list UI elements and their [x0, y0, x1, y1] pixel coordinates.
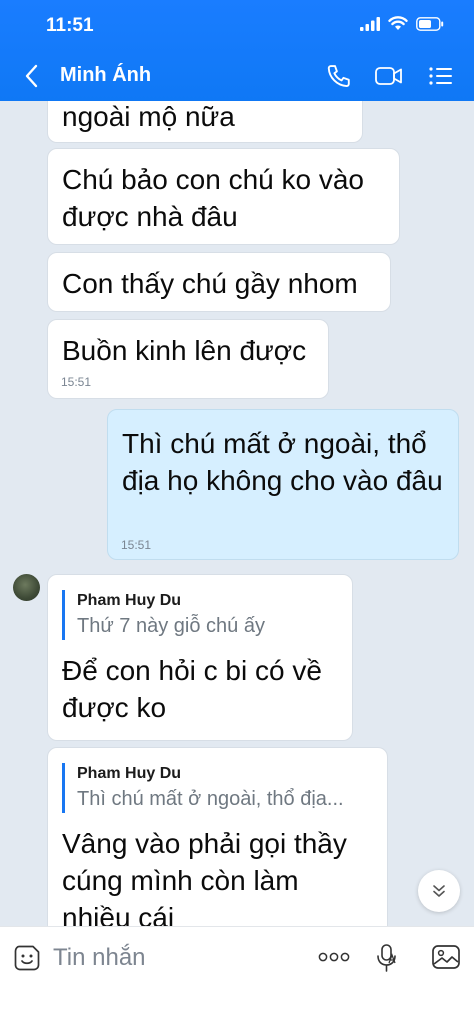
quoted-sender: Pham Huy Du: [77, 592, 182, 609]
message-bubble[interactable]: Chú bảo con chú ko vào được nhà đâu: [47, 148, 400, 245]
quoted-text: Thì chú mất ở ngoài, thổ địa...: [77, 788, 344, 810]
reply-message-bubble[interactable]: Pham Huy Du Thì chú mất ở ngoài, thổ địa…: [47, 747, 388, 926]
signal-icon: [360, 16, 380, 31]
status-time: 11:51: [46, 15, 94, 36]
message-text: Buồn kinh lên được: [62, 335, 307, 366]
message-text: Thì chú mất ở ngoài, thổ địa họ không ch…: [122, 428, 443, 496]
message-input[interactable]: Tin nhắn: [53, 944, 146, 972]
contact-name[interactable]: Minh Ánh: [60, 64, 151, 87]
list-menu-icon[interactable]: [428, 62, 454, 90]
image-icon[interactable]: [431, 943, 461, 971]
sticker-smile-icon[interactable]: [13, 944, 41, 972]
quoted-text: Thứ 7 này giỗ chú ấy: [77, 615, 265, 637]
microphone-icon[interactable]: [375, 943, 399, 973]
wifi-icon: [388, 16, 408, 30]
chevron-left-icon[interactable]: [22, 62, 42, 90]
message-composer: Tin nhắn: [0, 926, 474, 1024]
message-text: Con thấy chú gầy nhom: [62, 268, 358, 299]
quoted-sender: Pham Huy Du: [77, 765, 182, 782]
video-camera-icon[interactable]: [374, 62, 404, 90]
message-text: Chú bảo con chú ko vào được nhà đâu: [62, 164, 364, 232]
status-icons: [360, 16, 444, 31]
double-chevron-down-icon: [433, 885, 445, 897]
own-message-bubble[interactable]: Thì chú mất ở ngoài, thổ địa họ không ch…: [107, 409, 459, 560]
message-text: Để con hỏi c bi có về được ko: [62, 655, 322, 723]
quoted-message[interactable]: Pham Huy Du Thứ 7 này giỗ chú ấy: [62, 590, 338, 640]
message-time: 15:51: [61, 375, 92, 389]
quoted-message[interactable]: Pham Huy Du Thì chú mất ở ngoài, thổ địa…: [62, 763, 373, 813]
chat-header: 11:51 Minh Ánh: [0, 0, 474, 101]
message-time: 15:51: [121, 538, 152, 552]
message-list[interactable]: ngoài mộ nữa Chú bảo con chú ko vào được…: [0, 101, 474, 926]
message-text: Vâng vào phải gọi thầy cúng mình còn làm…: [62, 828, 347, 926]
message-bubble[interactable]: ngoài mộ nữa: [47, 101, 363, 143]
more-dots-icon[interactable]: [318, 949, 350, 965]
reply-message-bubble[interactable]: Pham Huy Du Thứ 7 này giỗ chú ấy Để con …: [47, 574, 353, 741]
phone-icon[interactable]: [325, 62, 353, 90]
message-bubble[interactable]: Con thấy chú gầy nhom: [47, 252, 391, 312]
scroll-to-bottom-button[interactable]: [418, 870, 460, 912]
battery-icon: [416, 16, 444, 31]
message-text: ngoài mộ nữa: [62, 101, 235, 132]
avatar[interactable]: [13, 574, 40, 601]
